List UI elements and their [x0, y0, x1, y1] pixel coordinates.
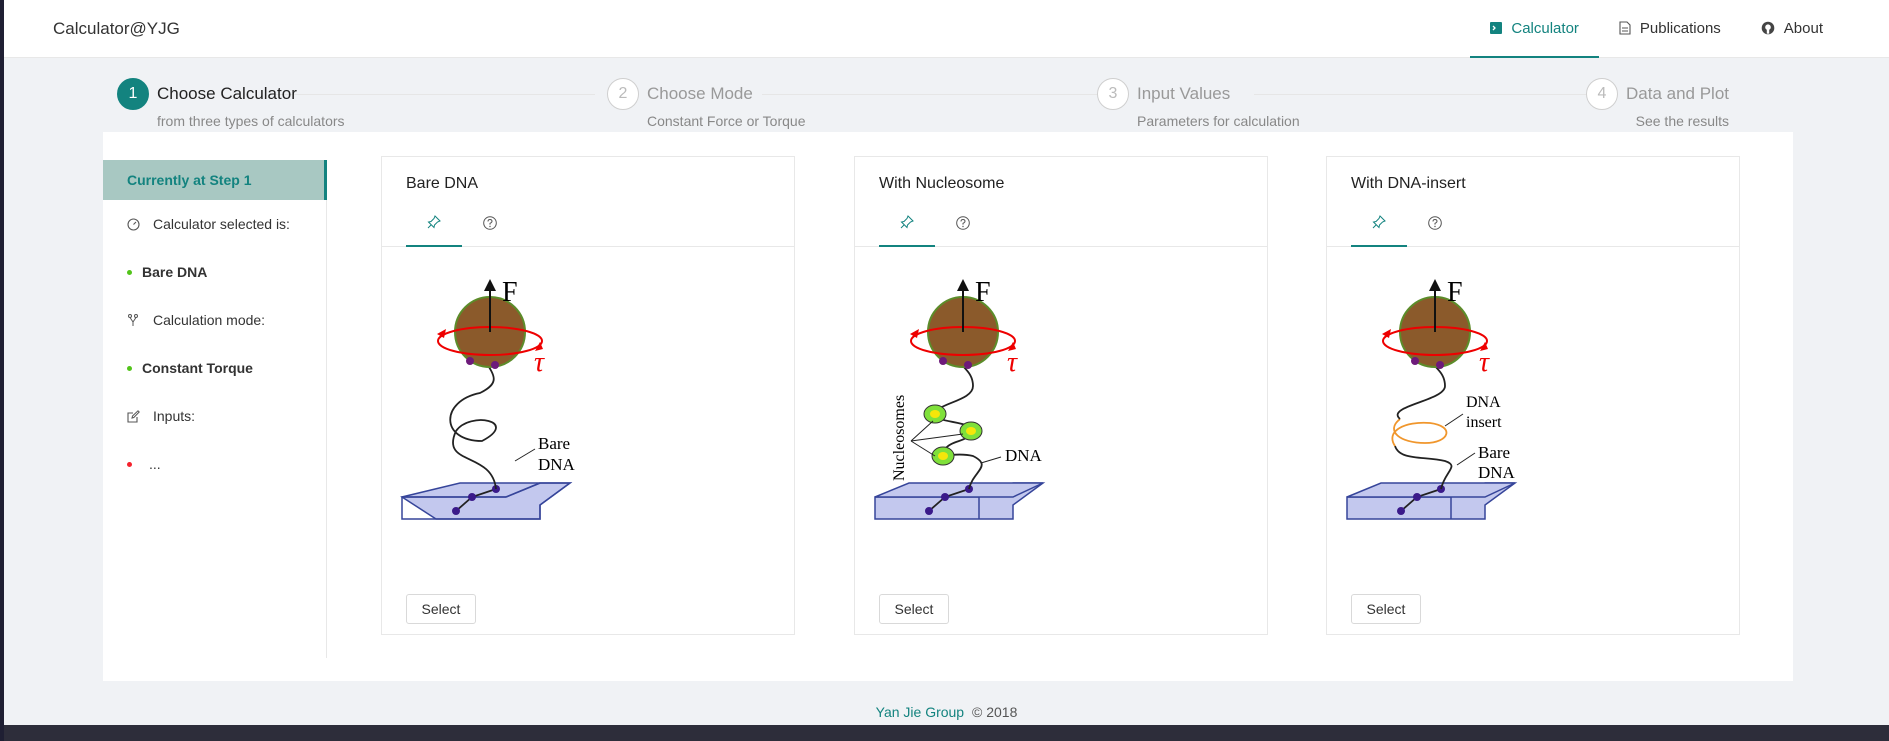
step-2: 2 Choose Mode Constant Force or Torque — [607, 78, 806, 129]
sidebar-mode-value-row: Constant Torque — [103, 344, 326, 392]
bottom-bar — [4, 725, 1889, 741]
question-circle-icon — [483, 216, 497, 230]
card-tabs — [382, 199, 794, 247]
dna-insert-diagram: DNA insert Bare DNA τ F — [1346, 277, 1518, 520]
card-title: With DNA-insert — [1351, 175, 1466, 192]
tab-select[interactable] — [879, 199, 935, 247]
footer-copyright: © 2018 — [972, 704, 1018, 720]
sidebar-calc-label-row: Calculator selected is: — [103, 200, 326, 248]
force-symbol: F — [502, 277, 518, 308]
status-dot — [127, 461, 132, 467]
document-icon — [1619, 21, 1631, 35]
step-connector — [762, 94, 1098, 95]
tab-select[interactable] — [406, 199, 462, 247]
step-number: 4 — [1586, 78, 1618, 110]
nucleosome-diagram: Nucleosomes DNA τ F — [874, 277, 1046, 520]
torque-symbol: τ — [534, 347, 545, 378]
card-tabs — [855, 199, 1267, 247]
fork-icon — [127, 313, 141, 327]
card-title: Bare DNA — [406, 175, 479, 192]
edit-icon — [127, 409, 141, 423]
step-number: 3 — [1097, 78, 1129, 110]
nav-about[interactable]: About — [1741, 0, 1843, 58]
pushpin-icon — [427, 215, 441, 229]
step-title: Data and Plot — [1626, 84, 1730, 103]
step-description: Parameters for calculation — [1137, 113, 1300, 129]
nav-calculator[interactable]: Calculator — [1470, 0, 1599, 58]
figure-insert-label: DNA — [1466, 394, 1501, 411]
nav-publications-label: Publications — [1639, 19, 1721, 37]
step-1: 1 Choose Calculator from three types of … — [117, 78, 345, 129]
torque-symbol: τ — [1007, 347, 1018, 378]
step-3: 3 Input Values Parameters for calculatio… — [1097, 78, 1300, 129]
sidebar-calc-label: Calculator selected is: — [153, 216, 290, 232]
bare-dna-diagram: Bare DNA τ F — [400, 277, 576, 520]
card-with-dna-insert: With DNA-insert DNA insert Bare DNA τ F … — [1326, 156, 1740, 635]
main-panel: Currently at Step 1 Calculator selected … — [103, 132, 1793, 681]
sidebar-header[interactable]: Currently at Step 1 — [103, 160, 327, 200]
force-symbol: F — [1447, 277, 1463, 308]
card-tabs — [1327, 199, 1739, 247]
pushpin-icon — [900, 215, 914, 229]
sidebar-mode-label-row: Calculation mode: — [103, 296, 326, 344]
select-button[interactable]: Select — [406, 594, 476, 624]
footer-group-link[interactable]: Yan Jie Group — [876, 704, 964, 720]
github-icon — [1761, 21, 1775, 35]
tab-help[interactable] — [935, 199, 991, 247]
select-button[interactable]: Select — [1351, 594, 1421, 624]
sidebar-inputs-value: ... — [149, 456, 161, 472]
figure-label: Bare — [1478, 443, 1510, 462]
step-title: Choose Calculator — [157, 84, 297, 103]
question-circle-icon — [1428, 216, 1442, 230]
sidebar-calc-value-row: Bare DNA — [103, 248, 326, 296]
main-nav: Calculator Publications About — [1470, 0, 1843, 58]
tab-select[interactable] — [1351, 199, 1407, 247]
figure-label: DNA — [1005, 446, 1043, 465]
card-with-nucleosome: With Nucleosome Nucleosomes DNA τ F Sele… — [854, 156, 1268, 635]
sidebar-mode-label: Calculation mode: — [153, 312, 266, 328]
force-symbol: F — [975, 277, 991, 308]
card-bare-dna: Bare DNA Bare DNA τ F Select — [381, 156, 795, 635]
figure-side-label: Nucleosomes — [891, 395, 908, 481]
status-dot — [127, 269, 132, 275]
figure-label: DNA — [538, 455, 576, 474]
figure-label: Bare — [538, 434, 570, 453]
tab-help[interactable] — [462, 199, 518, 247]
select-button[interactable]: Select — [879, 594, 949, 624]
step-description: See the results — [1635, 113, 1730, 129]
step-description: Constant Force or Torque — [647, 113, 806, 129]
sidebar-mode-value: Constant Torque — [142, 360, 253, 376]
sidebar-calc-value: Bare DNA — [142, 264, 208, 280]
terminal-icon — [1490, 22, 1503, 34]
step-number: 2 — [607, 78, 639, 110]
card-title: With Nucleosome — [879, 175, 1005, 192]
brand-title[interactable]: Calculator@YJG — [53, 19, 180, 39]
sidebar-inputs-label-row: Inputs: — [103, 392, 326, 440]
torque-symbol: τ — [1479, 347, 1490, 378]
status-dot — [127, 365, 132, 371]
nav-about-label: About — [1783, 19, 1823, 37]
nav-calculator-label: Calculator — [1511, 19, 1579, 37]
question-circle-icon — [956, 216, 970, 230]
step-4: 4 Data and Plot See the results — [1586, 78, 1729, 129]
step-connector — [1254, 94, 1594, 95]
sidebar-inputs-value-row: ... — [103, 440, 326, 488]
status-sidebar: Currently at Step 1 Calculator selected … — [103, 160, 327, 658]
step-title: Input Values — [1137, 84, 1231, 103]
step-title: Choose Mode — [647, 84, 753, 103]
top-header: Calculator@YJG Calculator Publications A… — [4, 0, 1889, 58]
step-progress: 1 Choose Calculator from three types of … — [117, 78, 1729, 130]
dashboard-icon — [127, 217, 141, 231]
step-description: from three types of calculators — [157, 113, 345, 129]
step-number: 1 — [117, 78, 149, 110]
figure-label: DNA — [1478, 463, 1516, 482]
tab-help[interactable] — [1407, 199, 1463, 247]
pushpin-icon — [1372, 215, 1386, 229]
footer: Yan Jie Group © 2018 — [4, 704, 1889, 720]
sidebar-inputs-label: Inputs: — [153, 408, 196, 424]
nav-publications[interactable]: Publications — [1599, 0, 1741, 58]
figure-insert-label: insert — [1466, 414, 1502, 431]
